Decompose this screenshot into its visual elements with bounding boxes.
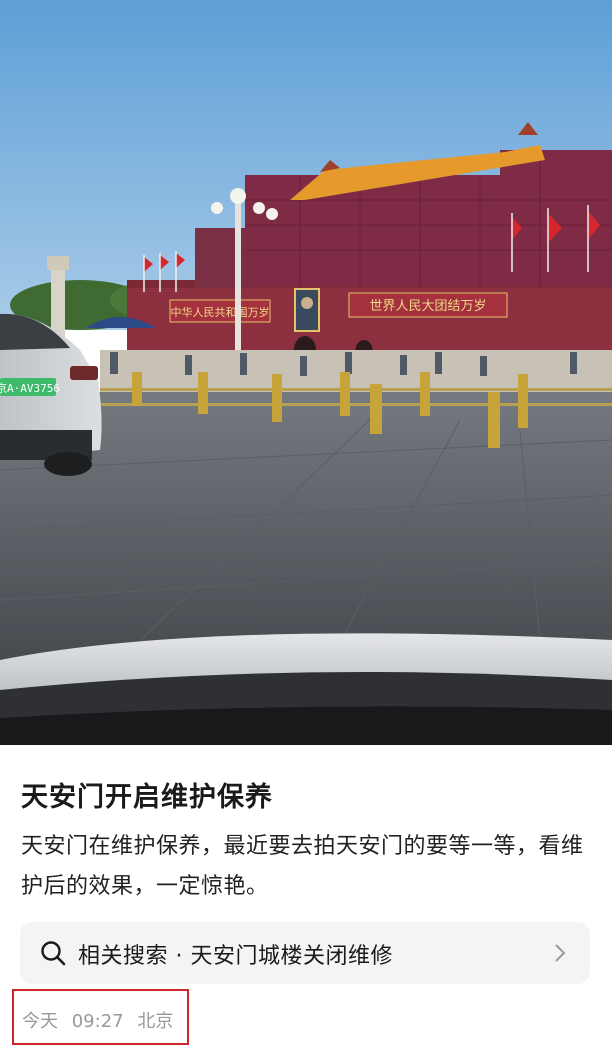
- related-search-text: 相关搜索 · 天安门城楼关闭维修: [78, 944, 393, 969]
- banner-right-text: 世界人民大团结万岁: [369, 299, 486, 314]
- tiananmen-photo: 中华人民共和国万岁 世界人民大团结万岁 京A·AV3756: [0, 0, 612, 745]
- search-icon: [41, 941, 66, 966]
- post-date: 今天: [22, 1011, 58, 1032]
- related-search-card[interactable]: 相关搜索 · 天安门城楼关闭维修: [20, 922, 590, 984]
- post-time: 09:27: [71, 1011, 124, 1032]
- post-body: 天安门在维护保养，最近要去拍天安门的要等一等，看维护后的效果，一定惊艳。: [21, 834, 584, 899]
- post-title: 天安门开启维护保养: [21, 782, 273, 813]
- license-plate: 京A·AV3756: [0, 381, 60, 395]
- post-photo[interactable]: 中华人民共和国万岁 世界人民大团结万岁 京A·AV3756: [0, 0, 612, 745]
- post-content: 天安门开启维护保养 天安门在维护保养，最近要去拍天安门的要等一等，看维护后的效果…: [0, 745, 612, 1057]
- chevron-right-icon: [555, 944, 566, 962]
- meta-highlight-box: 今天 09:27 北京: [12, 989, 189, 1045]
- post-location: 北京: [137, 1011, 174, 1032]
- post-meta: 今天 09:27 北京: [22, 1007, 173, 1033]
- banner-left-text: 中华人民共和国万岁: [171, 305, 270, 319]
